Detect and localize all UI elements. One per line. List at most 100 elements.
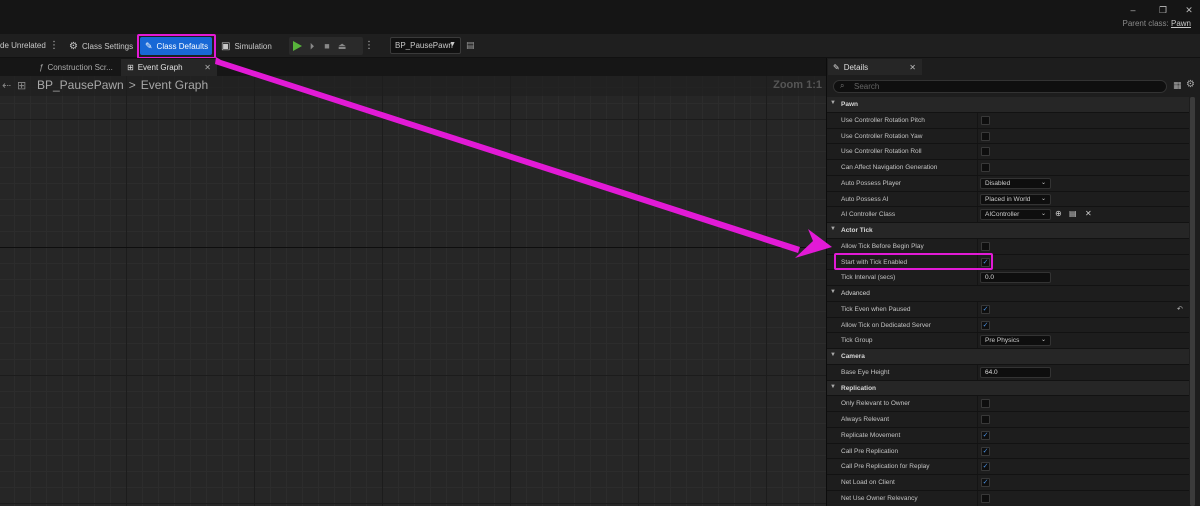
column-divider[interactable] xyxy=(977,144,978,159)
details-panel: ✎ Details ✕ ⌕ Search ▦ ⚙ ▼ Pawn Use Contro… xyxy=(826,58,1200,506)
play-icon[interactable] xyxy=(293,41,302,51)
hide-unrelated-button[interactable]: de Unrelated xyxy=(0,41,46,50)
property-checkbox[interactable] xyxy=(981,241,990,251)
close-window-button[interactable]: ✕ xyxy=(1182,4,1196,16)
class-settings-button[interactable]: ⚙ Class Settings xyxy=(64,37,138,55)
search-placeholder: Search xyxy=(854,82,880,91)
column-divider[interactable] xyxy=(977,175,978,191)
debug-object-dropdown[interactable]: BP_PausePawn ▼ xyxy=(390,37,461,54)
column-divider[interactable] xyxy=(977,412,978,427)
column-divider[interactable] xyxy=(977,270,978,285)
column-divider[interactable] xyxy=(977,443,978,459)
property-combo[interactable]: Pre Physics ⌄ xyxy=(980,335,1051,347)
property-checkbox[interactable] xyxy=(981,493,990,503)
property-row-auto-possess-player: Auto Possess Player Disabled ⌄ xyxy=(827,175,1189,192)
category-replication[interactable]: ▼ Replication xyxy=(827,380,1189,397)
property-number-input[interactable]: 64.0 xyxy=(980,366,1051,378)
tab-construction-script[interactable]: ƒ Construction Scr... xyxy=(33,59,119,76)
property-checkbox[interactable]: ✓ xyxy=(981,478,990,487)
zoom-level: Zoom 1:1 xyxy=(773,79,822,91)
property-label: Use Controller Rotation Pitch xyxy=(841,116,925,124)
category-actor-tick[interactable]: ▼ Actor Tick xyxy=(827,223,1189,239)
details-scrollbar[interactable] xyxy=(1190,97,1195,506)
property-checkbox[interactable]: ✓ xyxy=(981,320,990,330)
back-arrow-icon[interactable]: ⇠ xyxy=(2,79,11,92)
scrollbar-thumb[interactable] xyxy=(1190,97,1195,506)
property-checkbox[interactable] xyxy=(981,131,990,141)
minimize-button[interactable]: – xyxy=(1126,4,1140,16)
expand-arrow-icon[interactable]: ▼ xyxy=(830,352,836,358)
reset-to-default-icon[interactable]: ↶ xyxy=(1177,305,1183,313)
property-checkbox[interactable]: ✓ xyxy=(981,304,990,314)
property-label: Call Pre Replication xyxy=(841,447,899,455)
property-checkbox[interactable] xyxy=(981,115,990,125)
play-options-icon[interactable]: ⋮ xyxy=(364,40,374,52)
breadcrumb-leaf[interactable]: Event Graph xyxy=(141,78,208,92)
combo-value: Placed in World xyxy=(985,195,1031,203)
expand-arrow-icon[interactable]: ▼ xyxy=(830,226,836,232)
category-label: Actor Tick xyxy=(841,227,873,234)
property-combo[interactable]: Disabled ⌄ xyxy=(980,177,1051,189)
tab-details[interactable]: ✎ Details ✕ xyxy=(828,59,922,75)
eject-icon[interactable]: ⏏ xyxy=(337,41,347,52)
property-checkbox[interactable] xyxy=(981,399,990,409)
chevron-down-icon: ⌄ xyxy=(1040,179,1046,186)
property-checkbox[interactable] xyxy=(981,163,990,172)
property-checkbox[interactable]: ✓ xyxy=(981,446,990,456)
category-label: Replication xyxy=(841,384,877,392)
column-divider[interactable] xyxy=(977,238,978,254)
category-camera[interactable]: ▼ Camera xyxy=(827,349,1189,365)
simulation-button[interactable]: ▣ Simulation xyxy=(216,37,277,55)
browse-icon[interactable]: ▤ xyxy=(1069,209,1077,218)
property-row-only-relevant-to-owner: Only Relevant to Owner xyxy=(827,396,1189,412)
function-icon: ƒ xyxy=(39,63,44,72)
column-divider[interactable] xyxy=(977,427,978,443)
parent-class-link[interactable]: Pawn xyxy=(1171,19,1191,28)
restore-button[interactable]: ❐ xyxy=(1156,4,1170,16)
column-divider[interactable] xyxy=(977,396,978,411)
column-divider[interactable] xyxy=(977,301,978,317)
settings-gear-icon[interactable]: ⚙ xyxy=(1186,79,1195,90)
expand-arrow-icon[interactable]: ▼ xyxy=(830,100,836,106)
hide-unrelated-options-icon[interactable]: ⋮ xyxy=(49,40,59,52)
tab-event-graph[interactable]: ⊞ Event Graph ✕ xyxy=(121,59,217,76)
stop-icon[interactable]: ■ xyxy=(322,41,332,51)
column-divider[interactable] xyxy=(977,191,978,207)
column-divider[interactable] xyxy=(977,207,978,222)
column-divider[interactable] xyxy=(977,333,978,348)
details-search-input[interactable]: ⌕ Search xyxy=(833,80,1167,93)
column-divider[interactable] xyxy=(977,459,978,474)
property-matrix-icon[interactable]: ▦ xyxy=(1173,80,1182,91)
property-checkbox[interactable]: ✓ xyxy=(981,462,990,472)
column-divider[interactable] xyxy=(977,490,978,506)
property-checkbox[interactable]: ✓ xyxy=(981,430,990,440)
event-graph-canvas[interactable]: ⇠ ⊞ BP_PausePawn > Event Graph Zoom 1:1 xyxy=(0,76,826,506)
expand-arrow-icon[interactable]: ▼ xyxy=(830,384,836,390)
property-combo[interactable]: Placed in World ⌄ xyxy=(980,193,1051,205)
category-advanced[interactable]: ▼ Advanced xyxy=(827,286,1189,302)
category-pawn[interactable]: ▼ Pawn xyxy=(827,97,1189,113)
column-divider[interactable] xyxy=(977,128,978,144)
use-selected-icon[interactable]: ⊕ xyxy=(1055,209,1062,218)
clear-icon[interactable]: ✕ xyxy=(1085,209,1092,218)
breadcrumb-root[interactable]: BP_PausePawn xyxy=(37,78,124,92)
property-number-input[interactable]: 0.0 xyxy=(980,272,1051,284)
graph-overview-icon[interactable]: ⊞ xyxy=(17,79,26,92)
tab-label: Event Graph xyxy=(137,63,183,72)
property-checkbox[interactable] xyxy=(981,415,990,424)
column-divider[interactable] xyxy=(977,364,978,380)
step-icon[interactable]: ⏵ xyxy=(307,41,317,52)
simulation-icon: ▣ xyxy=(221,40,231,52)
column-divider[interactable] xyxy=(977,112,978,128)
close-icon[interactable]: ✕ xyxy=(909,63,916,72)
expand-arrow-icon[interactable]: ▼ xyxy=(830,289,836,295)
column-divider[interactable] xyxy=(977,160,978,175)
column-divider[interactable] xyxy=(977,317,978,333)
property-row-use-controller-rotation-yaw: Use Controller Rotation Yaw xyxy=(827,128,1189,145)
column-divider[interactable] xyxy=(977,475,978,490)
browse-debug-object-icon[interactable]: ▤ xyxy=(466,40,475,51)
class-picker[interactable]: AIController ⌄ xyxy=(980,209,1051,221)
property-checkbox[interactable] xyxy=(981,147,990,157)
close-icon[interactable]: ✕ xyxy=(204,63,211,72)
property-row-use-controller-rotation-roll: Use Controller Rotation Roll xyxy=(827,144,1189,160)
